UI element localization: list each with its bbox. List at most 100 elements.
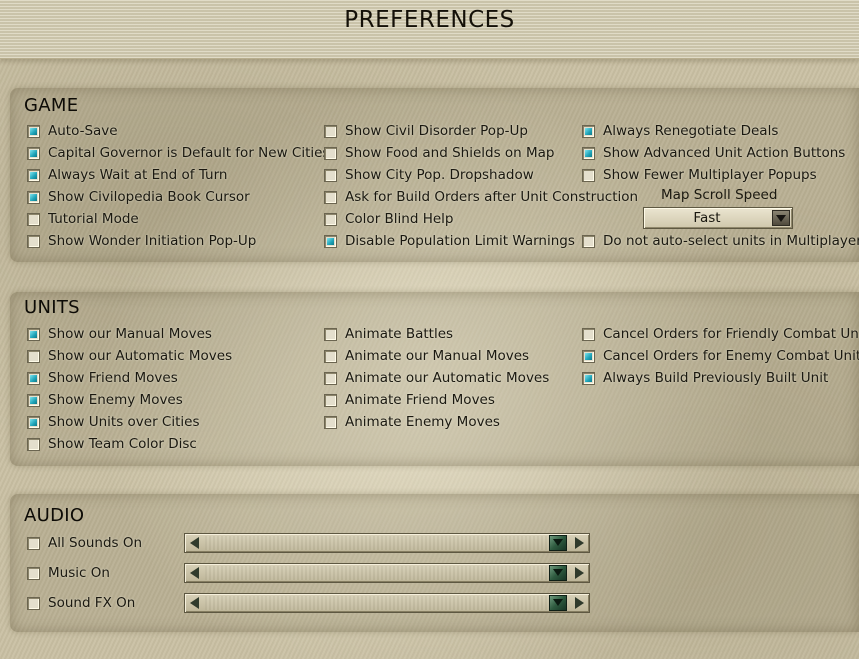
checkbox[interactable] — [324, 349, 337, 363]
units-option-team-color-disc[interactable]: Show Team Color Disc — [27, 435, 197, 453]
checkbox[interactable] — [324, 371, 337, 385]
game-option-capital-governor[interactable]: Capital Governor is Default for New Citi… — [27, 144, 329, 162]
option-label: Disable Population Limit Warnings — [345, 233, 575, 249]
slider-track[interactable] — [205, 596, 549, 610]
option-label: Always Wait at End of Turn — [48, 167, 228, 183]
slider-thumb[interactable] — [549, 535, 567, 551]
option-label: Show our Automatic Moves — [48, 348, 233, 364]
game-option-fewer-mp-popups[interactable]: Show Fewer Multiplayer Popups — [582, 166, 817, 184]
checkbox[interactable] — [582, 349, 595, 363]
option-label: Show Advanced Unit Action Buttons — [603, 145, 846, 161]
units-option-animate-battles[interactable]: Animate Battles — [324, 325, 453, 343]
option-label: Ask for Build Orders after Unit Construc… — [345, 189, 639, 205]
game-option-renegotiate-deals[interactable]: Always Renegotiate Deals — [582, 122, 778, 140]
audio-option-sound-fx[interactable]: Sound FX On — [27, 594, 135, 612]
slider-track[interactable] — [205, 566, 549, 580]
game-option-color-blind[interactable]: Color Blind Help — [324, 210, 454, 228]
arrow-left-icon[interactable] — [187, 565, 203, 581]
option-label: Do not auto-select units in Multiplayer — [603, 233, 859, 249]
units-option-cancel-friendly[interactable]: Cancel Orders for Friendly Combat Unit — [582, 325, 859, 343]
checkbox[interactable] — [27, 566, 40, 580]
game-option-wonder-popup[interactable]: Show Wonder Initiation Pop-Up — [27, 232, 256, 250]
checkbox[interactable] — [27, 124, 40, 138]
checkbox[interactable] — [582, 168, 595, 182]
game-option-build-orders[interactable]: Ask for Build Orders after Unit Construc… — [324, 188, 638, 206]
checkbox[interactable] — [324, 393, 337, 407]
arrow-right-icon[interactable] — [571, 565, 587, 581]
game-option-no-auto-select-mp[interactable]: Do not auto-select units in Multiplayer — [582, 232, 859, 250]
checkbox[interactable] — [27, 349, 40, 363]
checkbox[interactable] — [27, 168, 40, 182]
music-volume-slider[interactable] — [184, 563, 590, 583]
slider-thumb[interactable] — [549, 595, 567, 611]
slider-track[interactable] — [205, 536, 549, 550]
units-option-build-previous[interactable]: Always Build Previously Built Unit — [582, 369, 828, 387]
sound-fx-volume-slider[interactable] — [184, 593, 590, 613]
checkbox[interactable] — [582, 234, 595, 248]
checkbox[interactable] — [27, 234, 40, 248]
option-label: Show Civilopedia Book Cursor — [48, 189, 250, 205]
checkbox[interactable] — [324, 234, 337, 248]
checkbox[interactable] — [324, 327, 337, 341]
checkbox[interactable] — [582, 371, 595, 385]
units-option-animate-manual-moves[interactable]: Animate our Manual Moves — [324, 347, 529, 365]
checkbox[interactable] — [324, 212, 337, 226]
checkbox[interactable] — [27, 212, 40, 226]
checkbox[interactable] — [324, 124, 337, 138]
checkbox[interactable] — [27, 536, 40, 550]
checkbox[interactable] — [582, 146, 595, 160]
checkbox[interactable] — [324, 415, 337, 429]
option-label: Cancel Orders for Enemy Combat Unit — [603, 348, 859, 364]
game-option-food-shields[interactable]: Show Food and Shields on Map — [324, 144, 555, 162]
units-option-show-enemy-moves[interactable]: Show Enemy Moves — [27, 391, 183, 409]
checkbox[interactable] — [27, 146, 40, 160]
units-option-show-automatic-moves[interactable]: Show our Automatic Moves — [27, 347, 232, 365]
units-option-animate-friend-moves[interactable]: Animate Friend Moves — [324, 391, 495, 409]
units-option-cancel-enemy[interactable]: Cancel Orders for Enemy Combat Unit — [582, 347, 859, 365]
game-option-advanced-action-buttons[interactable]: Show Advanced Unit Action Buttons — [582, 144, 845, 162]
checkbox[interactable] — [582, 327, 595, 341]
option-label: Animate Battles — [345, 326, 454, 342]
units-option-animate-automatic-moves[interactable]: Animate our Automatic Moves — [324, 369, 549, 387]
checkbox[interactable] — [27, 437, 40, 451]
units-option-show-manual-moves[interactable]: Show our Manual Moves — [27, 325, 212, 343]
game-option-always-wait[interactable]: Always Wait at End of Turn — [27, 166, 227, 184]
checkbox[interactable] — [27, 327, 40, 341]
game-option-civil-disorder-popup[interactable]: Show Civil Disorder Pop-Up — [324, 122, 528, 140]
option-label: Show Civil Disorder Pop-Up — [345, 123, 528, 139]
checkbox[interactable] — [27, 393, 40, 407]
game-option-pop-limit-warnings[interactable]: Disable Population Limit Warnings — [324, 232, 575, 250]
map-scroll-speed-dropdown[interactable]: Fast — [643, 207, 793, 229]
checkbox[interactable] — [27, 190, 40, 204]
game-option-tutorial-mode[interactable]: Tutorial Mode — [27, 210, 139, 228]
units-option-show-friend-moves[interactable]: Show Friend Moves — [27, 369, 178, 387]
option-label: Show Units over Cities — [48, 414, 200, 430]
checkbox[interactable] — [324, 146, 337, 160]
game-option-city-pop-dropshadow[interactable]: Show City Pop. Dropshadow — [324, 166, 534, 184]
option-label: Animate our Automatic Moves — [345, 370, 550, 386]
units-option-animate-enemy-moves[interactable]: Animate Enemy Moves — [324, 413, 500, 431]
units-section-title: UNITS — [24, 297, 80, 318]
game-option-civilopedia-cursor[interactable]: Show Civilopedia Book Cursor — [27, 188, 250, 206]
arrow-left-icon[interactable] — [187, 535, 203, 551]
checkbox[interactable] — [27, 415, 40, 429]
option-label: Sound FX On — [48, 595, 136, 611]
option-label: Animate our Manual Moves — [345, 348, 530, 364]
slider-thumb[interactable] — [549, 565, 567, 581]
game-option-auto-save[interactable]: Auto-Save — [27, 122, 118, 140]
checkbox[interactable] — [27, 596, 40, 610]
arrow-right-icon[interactable] — [571, 535, 587, 551]
chevron-down-icon[interactable] — [772, 210, 790, 226]
checkbox[interactable] — [324, 190, 337, 204]
units-option-units-over-cities[interactable]: Show Units over Cities — [27, 413, 199, 431]
audio-option-music[interactable]: Music On — [27, 564, 110, 582]
checkbox[interactable] — [27, 371, 40, 385]
all-sounds-volume-slider[interactable] — [184, 533, 590, 553]
option-label: Show Friend Moves — [48, 370, 178, 386]
arrow-right-icon[interactable] — [571, 595, 587, 611]
checkbox[interactable] — [324, 168, 337, 182]
arrow-left-icon[interactable] — [187, 595, 203, 611]
dropdown-value: Fast — [693, 210, 721, 226]
checkbox[interactable] — [582, 124, 595, 138]
audio-option-all-sounds[interactable]: All Sounds On — [27, 534, 142, 552]
